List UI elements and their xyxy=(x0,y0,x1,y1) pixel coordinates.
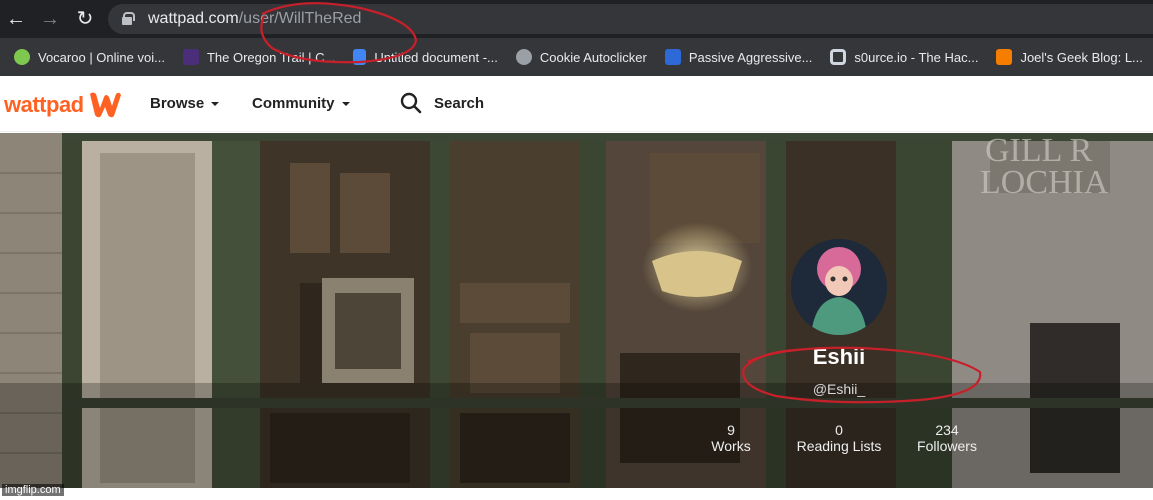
globe-icon xyxy=(515,49,532,65)
chevron-down-icon xyxy=(341,101,350,106)
avatar[interactable] xyxy=(791,239,887,335)
oregon-trail-icon xyxy=(182,49,199,65)
search-button[interactable]: Search xyxy=(400,92,484,114)
stat-label: Reading Lists xyxy=(796,438,882,454)
bookmark-item[interactable]: Joel's Geek Blog: L... xyxy=(990,43,1148,71)
bookmark-item[interactable]: Passive Aggressive... xyxy=(659,43,819,71)
bookmarks-bar: Vocaroo | Online voi... The Oregon Trail… xyxy=(0,38,1153,76)
watermark: imgflip.com xyxy=(2,484,64,496)
bookmark-label: The Oregon Trail | C... xyxy=(206,49,336,65)
search-label: Search xyxy=(434,94,485,112)
bookmark-label: Untitled document -... xyxy=(374,49,498,65)
google-docs-icon xyxy=(353,49,367,65)
community-menu[interactable]: Community xyxy=(252,95,350,112)
bookmark-label: s0urce.io - The Hac... xyxy=(854,49,979,65)
avatar-image xyxy=(791,239,887,335)
back-arrow-icon[interactable]: ← xyxy=(4,7,28,31)
bookmark-label: Passive Aggressive... xyxy=(688,49,813,65)
blogger-icon xyxy=(996,49,1013,65)
lock-icon xyxy=(122,12,135,25)
url-text: wattpad.com/user/WillTheRed xyxy=(148,9,361,29)
stat-label: Followers xyxy=(917,438,977,454)
logo-text: wattpad xyxy=(4,92,84,117)
svg-text:LOCHIA: LOCHIA xyxy=(980,164,1109,201)
stat-works[interactable]: 9 Works xyxy=(700,422,762,454)
profile-handle: @Eshii_ xyxy=(812,381,866,397)
url-path: /user/WillTheRed xyxy=(238,10,362,27)
bottom-strip xyxy=(0,488,1153,500)
reload-icon[interactable]: ↻ xyxy=(73,7,97,31)
bookmark-label: Vocaroo | Online voi... xyxy=(38,49,165,65)
stat-reading-lists[interactable]: 0 Reading Lists xyxy=(790,422,888,454)
forward-arrow-icon[interactable]: → xyxy=(38,7,62,31)
bookmark-item[interactable]: Vocaroo | Online voi... xyxy=(8,43,171,71)
bookmark-label: Joel's Geek Blog: L... xyxy=(1020,49,1143,65)
bookmark-label: Cookie Autoclicker xyxy=(539,49,647,65)
stat-value: 234 xyxy=(935,422,959,438)
profile-cover: GILL R LOCHIA Eshii @Eshii_ 9 Works 0 Re… xyxy=(0,133,1153,488)
bookmark-item[interactable]: The Oregon Trail | C... xyxy=(177,43,341,71)
browse-menu[interactable]: Browse xyxy=(150,95,220,112)
site-header: wattpad Browse Community Search xyxy=(0,76,1153,132)
url-host: wattpad.com xyxy=(148,10,239,27)
browse-label: Browse xyxy=(150,95,205,112)
bookmark-item[interactable]: Cookie Autoclicker xyxy=(510,43,653,71)
stat-value: 9 xyxy=(727,422,735,438)
vocaroo-icon xyxy=(14,49,30,65)
search-icon xyxy=(400,92,422,114)
bookmark-item[interactable]: s0urce.io - The Hac... xyxy=(824,43,984,71)
bookmark-item[interactable]: Untitled document -... xyxy=(347,43,504,71)
hexagon-icon xyxy=(830,49,847,65)
smiley-icon xyxy=(664,49,681,65)
address-bar[interactable]: wattpad.com/user/WillTheRed xyxy=(108,4,1153,34)
community-label: Community xyxy=(252,95,335,112)
stat-followers[interactable]: 234 Followers xyxy=(910,422,984,454)
chevron-down-icon xyxy=(211,101,220,106)
stat-label: Works xyxy=(711,438,751,454)
wattpad-logo[interactable]: wattpad xyxy=(4,90,122,120)
profile-name: Eshii xyxy=(812,344,866,369)
wattpad-w-icon xyxy=(89,92,121,118)
browser-toolbar: ← → ↻ wattpad.com/user/WillTheRed xyxy=(0,0,1153,38)
stat-value: 0 xyxy=(835,422,843,438)
